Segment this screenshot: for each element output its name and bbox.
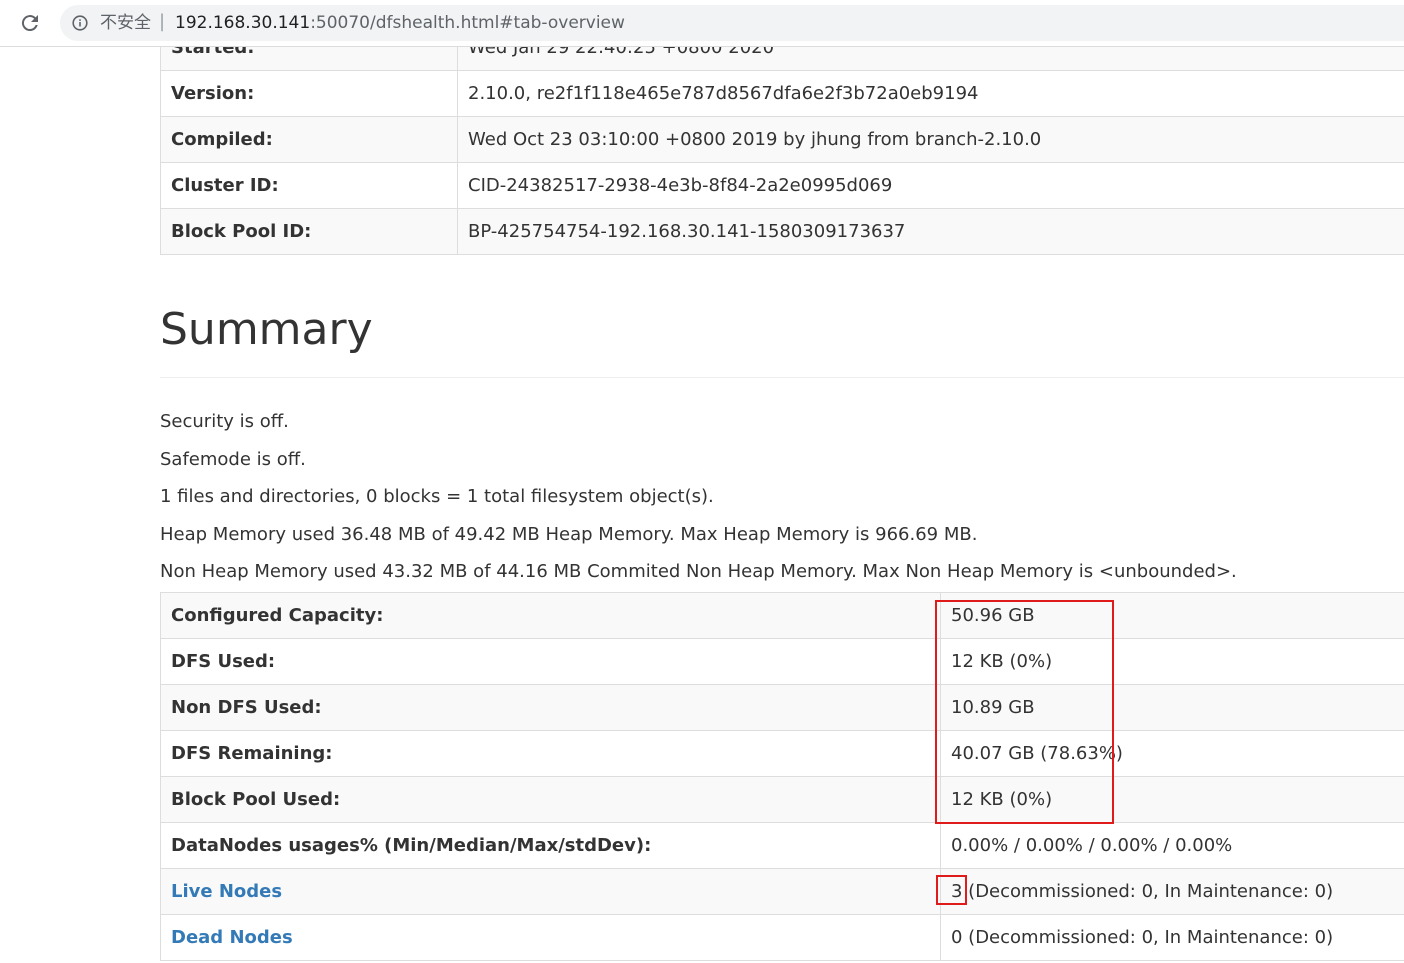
- table-row: Cluster ID: CID-24382517-2938-4e3b-8f84-…: [160, 162, 1404, 209]
- row-value: 0.00% / 0.00% / 0.00% / 0.00%: [940, 822, 1404, 869]
- row-value: 40.07 GB (78.63%): [940, 730, 1404, 777]
- row-key: Cluster ID:: [160, 162, 458, 209]
- insecure-label: 不安全: [100, 13, 151, 33]
- reload-button[interactable]: [18, 11, 42, 35]
- row-value: 2.10.0, re2f1f118e465e787d8567dfa6e2f3b7…: [457, 70, 1404, 117]
- info-icon[interactable]: [72, 15, 88, 31]
- security-status: Security is off.: [160, 411, 289, 432]
- url-separator: |: [159, 11, 166, 32]
- row-value: 12 KB (0%): [940, 638, 1404, 685]
- row-key: Version:: [160, 70, 458, 117]
- url-host: 192.168.30.141: [175, 13, 311, 33]
- row-key: Live Nodes: [160, 868, 941, 915]
- row-key: Block Pool Used:: [160, 776, 941, 823]
- row-key: Non DFS Used:: [160, 684, 941, 731]
- table-row: DataNodes usages% (Min/Median/Max/stdDev…: [160, 822, 1404, 869]
- row-key: DataNodes usages% (Min/Median/Max/stdDev…: [160, 822, 941, 869]
- row-key: DFS Remaining:: [160, 730, 941, 777]
- row-value: 50.96 GB: [940, 592, 1404, 639]
- table-row: DFS Remaining: 40.07 GB (78.63%): [160, 730, 1404, 777]
- non-heap-memory: Non Heap Memory used 43.32 MB of 44.16 M…: [160, 561, 1237, 582]
- row-value: 3 (Decommissioned: 0, In Maintenance: 0): [940, 868, 1404, 915]
- address-bar[interactable]: 不安全 | 192.168.30.141:50070/dfshealth.htm…: [60, 5, 1404, 41]
- table-row: Dead Nodes 0 (Decommissioned: 0, In Main…: [160, 914, 1404, 961]
- safemode-status: Safemode is off.: [160, 448, 306, 470]
- row-key: Block Pool ID:: [160, 208, 458, 255]
- row-value: BP-425754754-192.168.30.141-158030917363…: [457, 208, 1404, 255]
- filesystem-objects: 1 files and directories, 0 blocks = 1 to…: [160, 486, 714, 507]
- row-value: 0 (Decommissioned: 0, In Maintenance: 0): [940, 914, 1404, 961]
- table-row: Non DFS Used: 10.89 GB: [160, 684, 1404, 731]
- row-value: Wed Oct 23 03:10:00 +0800 2019 by jhung …: [457, 116, 1404, 163]
- row-value: CID-24382517-2938-4e3b-8f84-2a2e0995d069: [457, 162, 1404, 209]
- live-nodes-link[interactable]: Live Nodes: [171, 881, 282, 902]
- dead-nodes-link[interactable]: Dead Nodes: [171, 927, 293, 948]
- url-text[interactable]: 192.168.30.141:50070/dfshealth.html#tab-…: [175, 13, 625, 33]
- table-row: Block Pool Used: 12 KB (0%): [160, 776, 1404, 823]
- summary-heading: Summary: [160, 304, 373, 355]
- table-row: DFS Used: 12 KB (0%): [160, 638, 1404, 685]
- browser-toolbar: 不安全 | 192.168.30.141:50070/dfshealth.htm…: [0, 0, 1404, 47]
- row-value: 12 KB (0%): [940, 776, 1404, 823]
- row-key: DFS Used:: [160, 638, 941, 685]
- table-row: Block Pool ID: BP-425754754-192.168.30.1…: [160, 208, 1404, 255]
- reload-icon: [21, 15, 38, 32]
- capacity-table: Configured Capacity: 50.96 GB DFS Used: …: [160, 592, 1404, 961]
- overview-table: Started: Wed Jan 29 22:40:25 +0800 2020 …: [160, 24, 1404, 255]
- heap-memory: Heap Memory used 36.48 MB of 49.42 MB He…: [160, 523, 978, 545]
- table-row: Configured Capacity: 50.96 GB: [160, 592, 1404, 639]
- table-row: Version: 2.10.0, re2f1f118e465e787d8567d…: [160, 70, 1404, 117]
- row-value: 10.89 GB: [940, 684, 1404, 731]
- row-key: Configured Capacity:: [160, 592, 941, 639]
- table-row: Compiled: Wed Oct 23 03:10:00 +0800 2019…: [160, 116, 1404, 163]
- summary-text: Security is off. Safemode is off. 1 file…: [160, 403, 1237, 591]
- section-divider: [160, 377, 1404, 378]
- table-row: Live Nodes 3 (Decommissioned: 0, In Main…: [160, 868, 1404, 915]
- row-key: Dead Nodes: [160, 914, 941, 961]
- row-key: Compiled:: [160, 116, 458, 163]
- url-path: :50070/dfshealth.html#tab-overview: [310, 13, 625, 33]
